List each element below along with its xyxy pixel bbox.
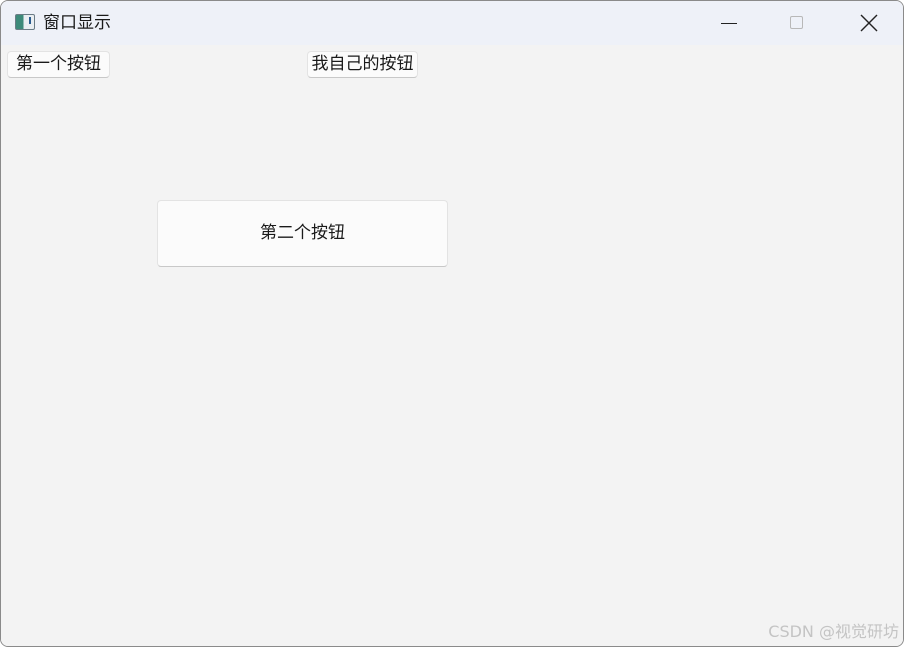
minimize-icon	[721, 23, 737, 24]
app-window-icon	[15, 14, 35, 30]
first-button[interactable]: 第一个按钮	[7, 51, 110, 78]
watermark: CSDN @视觉研坊	[768, 622, 899, 641]
minimize-button[interactable]	[695, 1, 763, 45]
window-title: 窗口显示	[43, 13, 111, 33]
maximize-button[interactable]	[763, 1, 831, 45]
title-bar[interactable]: 窗口显示	[1, 1, 903, 45]
second-button[interactable]: 第二个按钮	[157, 200, 448, 267]
client-area: 第一个按钮 我自己的按钮 第二个按钮	[1, 45, 903, 646]
close-icon	[860, 14, 878, 32]
my-own-button[interactable]: 我自己的按钮	[307, 51, 418, 78]
close-button[interactable]	[833, 1, 901, 45]
maximize-icon	[790, 16, 803, 29]
app-window: 窗口显示 第一个按钮 我自己的按钮 第二个按钮 CSDN @视觉研坊	[0, 0, 904, 647]
